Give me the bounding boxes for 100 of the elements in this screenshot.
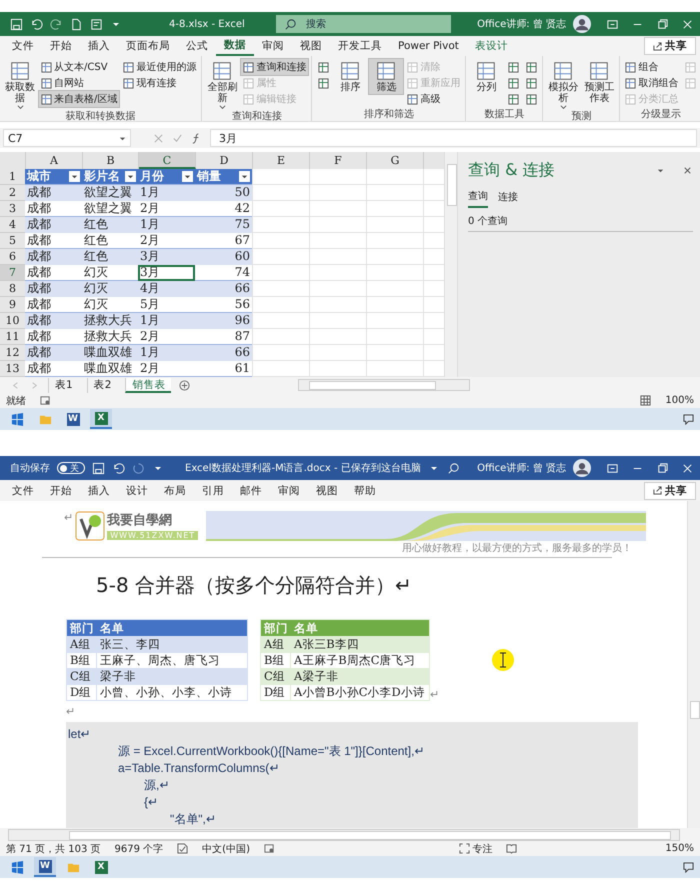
share-button[interactable]: 共享 bbox=[644, 37, 696, 55]
menu-tab[interactable]: 审阅 bbox=[254, 36, 292, 56]
avatar-icon[interactable] bbox=[573, 459, 591, 477]
ribbon-button[interactable]: 现有连接 bbox=[121, 75, 198, 91]
menu-tab[interactable]: 文件 bbox=[4, 36, 42, 56]
ribbon-button[interactable]: 取消组合 bbox=[623, 75, 680, 91]
check-icon[interactable] bbox=[172, 132, 183, 144]
row-header[interactable]: 13 bbox=[0, 361, 25, 377]
horizontal-scrollbar[interactable] bbox=[298, 379, 470, 391]
ribbon-button[interactable]: 分列 bbox=[469, 59, 504, 94]
menu-tab[interactable]: 开始 bbox=[42, 480, 80, 500]
menu-tab[interactable]: 视图 bbox=[308, 480, 346, 500]
restore-icon[interactable] bbox=[656, 462, 669, 474]
close-icon[interactable] bbox=[682, 165, 693, 176]
undo-icon[interactable] bbox=[112, 462, 125, 474]
new-file-icon[interactable] bbox=[70, 18, 83, 30]
row-header[interactable]: 4 bbox=[0, 217, 25, 233]
grid-view-icon[interactable] bbox=[640, 395, 652, 406]
ribbon-display-icon[interactable] bbox=[606, 18, 619, 30]
search-field[interactable]: 搜索 bbox=[276, 15, 451, 33]
form-icon[interactable] bbox=[90, 18, 103, 30]
menu-tab[interactable]: 开发工具 bbox=[330, 36, 390, 56]
zoom-level[interactable]: 100% bbox=[665, 395, 694, 406]
pane-tab[interactable]: 连接 bbox=[498, 189, 518, 208]
row-header[interactable]: 3 bbox=[0, 201, 25, 217]
read-mode-icon[interactable] bbox=[506, 843, 518, 854]
caret-icon[interactable] bbox=[657, 167, 664, 174]
menu-tab[interactable]: 帮助 bbox=[346, 480, 384, 500]
proofing-icon[interactable] bbox=[177, 843, 188, 854]
ribbon-button[interactable]: 模拟分析 bbox=[546, 59, 580, 112]
vertical-scrollbar[interactable] bbox=[444, 152, 457, 377]
ribbon-button[interactable]: 来自表格/区域 bbox=[39, 91, 120, 107]
redo-icon[interactable] bbox=[50, 18, 63, 30]
ribbon-button[interactable]: 最近使用的源 bbox=[121, 59, 198, 75]
ribbon-button[interactable]: 从文本/CSV bbox=[39, 59, 120, 75]
menu-tab[interactable]: 文件 bbox=[4, 480, 42, 500]
language[interactable]: 中文(中国) bbox=[202, 842, 250, 856]
ribbon-button[interactable]: 全部刷新 bbox=[205, 59, 240, 112]
ribbon-button[interactable]: 预测工作表 bbox=[582, 59, 616, 105]
menu-tab[interactable]: 表设计 bbox=[466, 36, 516, 56]
avatar-icon[interactable] bbox=[573, 15, 591, 33]
add-sheet-icon[interactable] bbox=[179, 380, 190, 390]
menu-tab[interactable]: 插入 bbox=[80, 36, 118, 56]
row-header[interactable]: 12 bbox=[0, 345, 25, 361]
pane-tab[interactable]: 查询 bbox=[468, 189, 488, 208]
ribbon-button[interactable]: 高级 bbox=[405, 91, 462, 107]
ribbon-display-icon[interactable] bbox=[606, 462, 619, 474]
column-header[interactable]: C bbox=[139, 152, 196, 169]
menu-tab[interactable]: 插入 bbox=[80, 480, 118, 500]
menu-tab[interactable]: 视图 bbox=[292, 36, 330, 56]
sheet-tab[interactable]: 销售表 bbox=[125, 378, 172, 392]
row-header[interactable]: 6 bbox=[0, 249, 25, 265]
menu-tab[interactable]: 布局 bbox=[156, 480, 194, 500]
menu-tab[interactable]: 页面布局 bbox=[118, 36, 178, 56]
row-header[interactable]: 7 bbox=[0, 265, 25, 281]
row-header[interactable]: 1 bbox=[0, 169, 25, 185]
word-count[interactable]: 9679 个字 bbox=[114, 842, 164, 856]
macro-record-icon[interactable] bbox=[40, 395, 51, 406]
menu-tab[interactable]: 开始 bbox=[42, 36, 80, 56]
notification-icon[interactable] bbox=[683, 414, 694, 424]
macro-record-icon[interactable] bbox=[264, 843, 275, 854]
row-header[interactable]: 5 bbox=[0, 233, 25, 249]
restore-icon[interactable] bbox=[656, 18, 669, 30]
save-icon[interactable] bbox=[10, 18, 23, 30]
menu-tab[interactable]: 审阅 bbox=[270, 480, 308, 500]
taskbar-icon[interactable]: W bbox=[34, 857, 56, 877]
horizontal-scrollbar[interactable] bbox=[8, 828, 680, 840]
save-icon[interactable] bbox=[92, 462, 105, 474]
vertical-scrollbar[interactable] bbox=[687, 501, 700, 828]
menu-tab[interactable]: 设计 bbox=[118, 480, 156, 500]
row-header[interactable]: 2 bbox=[0, 185, 25, 201]
filter-button[interactable] bbox=[69, 171, 80, 182]
search-icon[interactable] bbox=[446, 462, 460, 474]
focus-button[interactable]: 专注 bbox=[459, 842, 492, 856]
page-count[interactable]: 第 71 页，共 103 页 bbox=[6, 842, 101, 856]
row-header[interactable]: 11 bbox=[0, 329, 25, 345]
formula-field[interactable]: 3月 bbox=[210, 129, 697, 147]
menu-tab[interactable]: 公式 bbox=[178, 36, 216, 56]
menu-tab[interactable]: 引用 bbox=[194, 480, 232, 500]
ribbon-button[interactable]: 排序 bbox=[333, 59, 368, 94]
filter-button[interactable] bbox=[182, 171, 193, 182]
name-box[interactable]: C7 bbox=[3, 129, 131, 147]
menu-tab[interactable]: 邮件 bbox=[232, 480, 270, 500]
close-icon[interactable] bbox=[681, 18, 694, 30]
notification-icon[interactable] bbox=[683, 862, 694, 872]
autosave-toggle[interactable]: 关 bbox=[57, 462, 85, 474]
menu-tab[interactable]: Power Pivot bbox=[390, 36, 467, 56]
ribbon-button[interactable]: 获取数据 bbox=[3, 59, 37, 112]
row-header[interactable]: 8 bbox=[0, 281, 25, 297]
undo-icon[interactable] bbox=[30, 18, 43, 30]
zoom-level[interactable]: 150% bbox=[665, 843, 694, 854]
ribbon-button[interactable]: 组合 bbox=[623, 59, 680, 75]
ribbon-button[interactable]: 筛选 bbox=[369, 59, 404, 94]
row-header[interactable]: 9 bbox=[0, 297, 25, 313]
close-icon[interactable] bbox=[681, 462, 694, 474]
filter-button[interactable] bbox=[239, 171, 250, 182]
redo-icon[interactable] bbox=[132, 462, 145, 474]
taskbar-icon[interactable]: X bbox=[90, 409, 112, 429]
row-header[interactable]: 10 bbox=[0, 313, 25, 329]
share-button[interactable]: 共享 bbox=[644, 482, 696, 500]
